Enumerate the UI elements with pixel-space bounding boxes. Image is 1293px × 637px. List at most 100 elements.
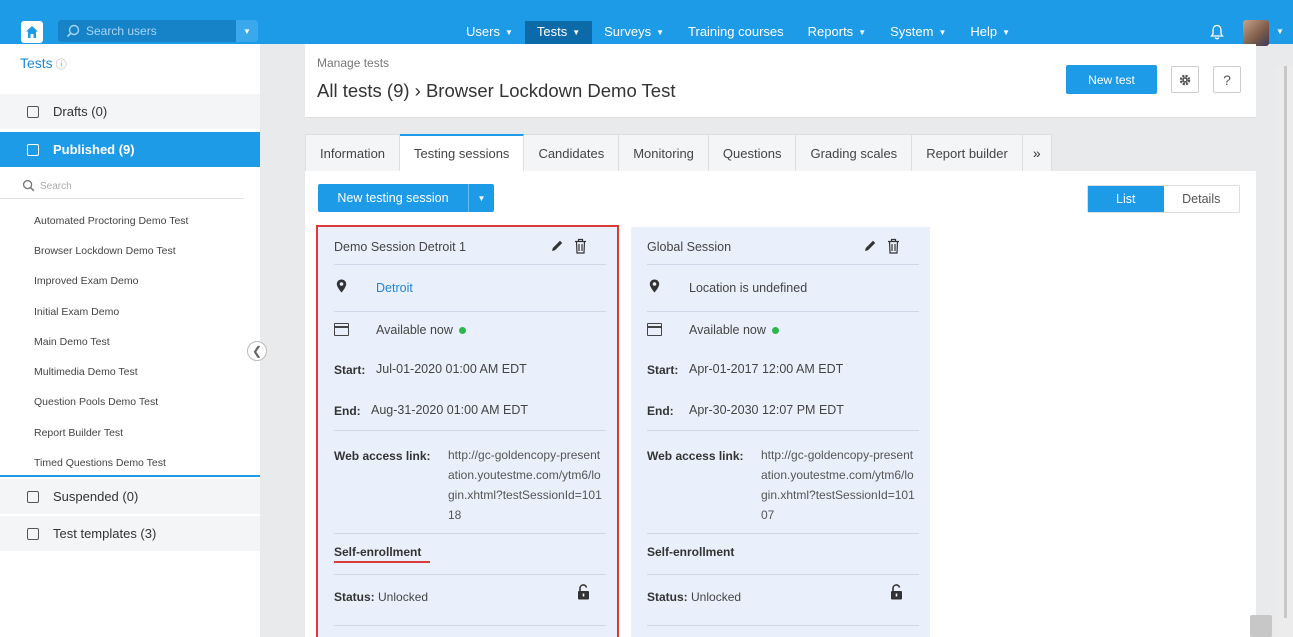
sidebar-title-label: Tests <box>20 55 53 71</box>
tab-testing-sessions[interactable]: Testing sessions <box>400 134 525 172</box>
tab-information[interactable]: Information <box>305 134 401 172</box>
view-list-button[interactable]: List <box>1088 186 1164 212</box>
menu-training-courses[interactable]: Training courses <box>676 21 796 44</box>
web-access-label: Web access link: <box>334 449 431 463</box>
export-icon <box>27 143 39 156</box>
sidebar-item-label: Published (9) <box>53 142 135 157</box>
self-enrollment-label[interactable]: Self-enrollment <box>647 545 734 559</box>
list-item-test[interactable]: Initial Exam Demo <box>34 306 119 318</box>
chevron-down-icon[interactable]: ▼ <box>468 184 494 212</box>
tab-monitoring[interactable]: Monitoring <box>619 134 709 172</box>
menu-users[interactable]: Users ▼ <box>454 21 525 44</box>
settings-button[interactable] <box>1171 66 1199 93</box>
top-navigation-bar: ▼ Users ▼ Tests ▼ Surveys ▼ Training course… <box>0 0 1293 46</box>
sidebar-item-drafts[interactable]: Drafts (0) <box>0 94 260 129</box>
pencil-icon[interactable] <box>863 239 877 253</box>
new-testing-session-button[interactable]: New testing session ▼ <box>318 184 494 212</box>
web-access-link[interactable]: http://gc-goldencopy-presentation.youtes… <box>761 445 917 525</box>
sidebar-item-suspended[interactable]: Suspended (0) <box>0 479 260 514</box>
bell-icon[interactable] <box>1209 24 1225 40</box>
divider <box>647 430 919 431</box>
tab-grading-scales[interactable]: Grading scales <box>796 134 913 172</box>
menu-system[interactable]: System ▼ <box>878 21 958 44</box>
tab-more-icon[interactable]: » <box>1022 134 1052 172</box>
session-location[interactable]: Detroit <box>376 281 413 295</box>
session-name: Demo Session Detroit 1 <box>334 240 467 254</box>
new-test-button[interactable]: New test <box>1066 65 1157 94</box>
help-button[interactable]: ? <box>1213 66 1241 93</box>
map-pin-icon <box>649 279 660 293</box>
menu-training-label: Training courses <box>688 24 784 39</box>
session-status: Unlocked <box>378 590 429 604</box>
avatar[interactable] <box>1243 20 1269 46</box>
chevron-down-icon: ▼ <box>572 28 581 37</box>
session-card: Global Session Location is undefined Ava… <box>631 227 930 637</box>
collapse-sidebar-icon[interactable]: ❮ <box>247 341 267 361</box>
divider <box>334 574 606 575</box>
sidebar-item-published[interactable]: Published (9) <box>0 132 260 167</box>
availability-status: Available now <box>689 323 779 337</box>
breadcrumb[interactable]: Manage tests <box>317 56 389 70</box>
tab-report-builder[interactable]: Report builder <box>912 134 1023 172</box>
status-label: Status: Unlocked <box>334 590 428 604</box>
availability-label: Available now <box>689 323 766 337</box>
menu-surveys[interactable]: Surveys ▼ <box>592 21 676 44</box>
menu-surveys-label: Surveys <box>604 24 652 39</box>
help-circle-icon[interactable]: ⓘ <box>56 59 67 71</box>
sidebar-search-input[interactable] <box>40 178 220 194</box>
list-item-test[interactable]: Question Pools Demo Test <box>34 396 158 408</box>
divider <box>334 311 606 312</box>
gear-icon <box>1179 74 1191 85</box>
calendar-icon <box>334 323 349 336</box>
page-header: Manage tests All tests (9) › Browser Loc… <box>305 44 1256 118</box>
view-details-button[interactable]: Details <box>1163 186 1239 212</box>
list-item-test[interactable]: Main Demo Test <box>34 336 110 348</box>
user-search-input[interactable] <box>86 22 226 40</box>
pencil-icon[interactable] <box>550 239 564 253</box>
trash-icon[interactable] <box>574 238 587 254</box>
list-item-test[interactable]: Timed Questions Demo Test <box>34 457 166 469</box>
trash-icon[interactable] <box>887 238 900 254</box>
session-start: Apr-01-2017 12:00 AM EDT <box>689 362 844 376</box>
chevron-down-icon: ▼ <box>938 28 947 37</box>
sidebar-item-templates[interactable]: Test templates (3) <box>0 516 260 551</box>
list-item-test[interactable]: Improved Exam Demo <box>34 275 138 287</box>
unlock-icon[interactable] <box>890 584 903 600</box>
unlock-icon[interactable] <box>577 584 590 600</box>
menu-tests[interactable]: Tests ▼ <box>524 21 593 44</box>
calendar-icon <box>647 323 662 336</box>
sidebar-search[interactable] <box>0 175 244 199</box>
list-item-test[interactable]: Browser Lockdown Demo Test <box>34 245 176 257</box>
sidebar-title: Tests ⓘ <box>20 55 67 72</box>
chevron-down-icon[interactable]: ▼ <box>1276 27 1284 36</box>
list-item-test[interactable]: Automated Proctoring Demo Test <box>34 215 188 227</box>
menu-reports[interactable]: Reports ▼ <box>796 21 878 44</box>
search-dropdown-button[interactable]: ▼ <box>236 20 258 42</box>
start-label: Start: <box>334 363 366 377</box>
status-label-text: Status: <box>647 590 688 604</box>
home-icon[interactable] <box>21 21 43 43</box>
session-name: Global Session <box>647 240 732 254</box>
menu-help-label: Help <box>970 24 998 39</box>
scroll-to-top-button[interactable] <box>1250 615 1272 637</box>
search-icon <box>22 179 35 192</box>
self-enrollment-label[interactable]: Self-enrollment <box>334 545 421 559</box>
user-search-box[interactable]: ▼ <box>58 20 258 42</box>
session-start: Jul-01-2020 01:00 AM EDT <box>376 362 527 376</box>
scrollbar-thumb[interactable] <box>1284 66 1287 618</box>
chevron-down-icon: ▼ <box>504 28 513 37</box>
chevron-down-icon: ▼ <box>1002 28 1011 37</box>
tab-questions[interactable]: Questions <box>708 134 797 172</box>
tab-candidates[interactable]: Candidates <box>524 134 620 172</box>
status-dot-icon <box>458 327 466 334</box>
web-access-link[interactable]: http://gc-goldencopy-presentation.youtes… <box>448 445 604 525</box>
menu-help[interactable]: Help ▼ <box>958 21 1022 44</box>
section-divider <box>0 475 260 477</box>
divider <box>334 430 606 431</box>
list-item-test[interactable]: Multimedia Demo Test <box>34 366 138 378</box>
chevron-down-icon: ▼ <box>656 28 665 37</box>
search-icon <box>66 24 80 38</box>
suspended-icon <box>27 490 39 503</box>
list-item-test[interactable]: Report Builder Test <box>34 427 123 439</box>
divider <box>647 311 919 312</box>
